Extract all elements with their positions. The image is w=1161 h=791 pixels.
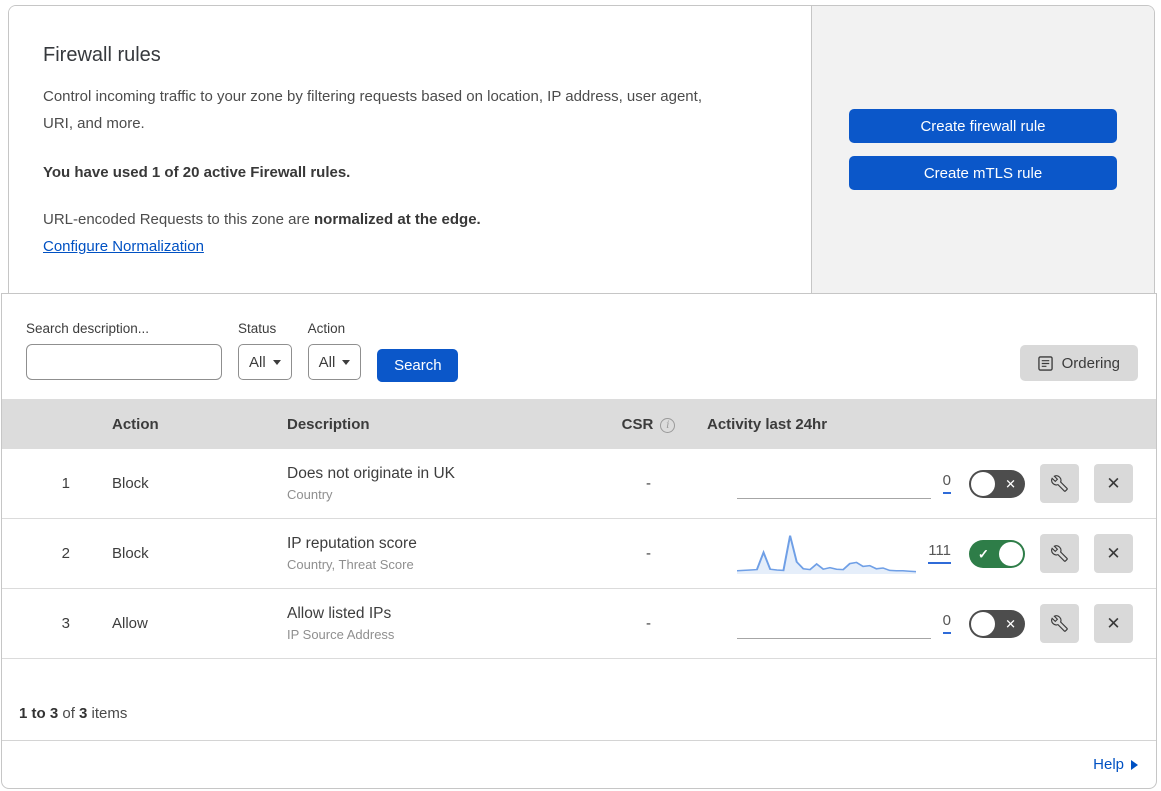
actions-panel: Create firewall rule Create mTLS rule — [812, 6, 1154, 293]
rule-csr: - — [646, 615, 651, 632]
close-icon: ✕ — [1106, 473, 1121, 493]
rule-priority: 3 — [61, 615, 70, 632]
action-label: Action — [307, 321, 346, 336]
filter-bar: Search description... Status All Action … — [2, 294, 1156, 399]
rule-csr: - — [646, 545, 651, 562]
rules-panel: Search description... Status All Action … — [1, 293, 1157, 789]
usage-note: You have used 1 of 20 active Firewall ru… — [43, 164, 351, 181]
column-action: Action — [112, 415, 159, 433]
activity-count-link[interactable]: 0 — [942, 473, 951, 494]
wrench-icon — [1051, 545, 1068, 562]
search-group: Search description... — [26, 321, 226, 380]
close-icon: ✕ — [1106, 613, 1121, 633]
status-dropdown[interactable]: All — [238, 344, 292, 380]
rule-description: Allow listed IPs IP Source Address — [267, 605, 606, 642]
toggle-knob — [971, 611, 995, 636]
toggle-knob — [999, 541, 1023, 566]
search-label: Search description... — [26, 321, 150, 336]
create-mtls-rule-button[interactable]: Create mTLS rule — [849, 156, 1117, 190]
edit-rule-button[interactable] — [1040, 534, 1079, 573]
edit-rule-button[interactable] — [1040, 464, 1079, 503]
info-icon[interactable]: i — [660, 417, 676, 433]
rule-csr: - — [646, 475, 651, 492]
wrench-icon — [1051, 475, 1068, 492]
ordering-button-label: Ordering — [1061, 354, 1120, 372]
search-text-field[interactable] — [45, 354, 226, 370]
close-icon: ✕ — [1106, 543, 1121, 563]
edit-rule-button[interactable] — [1040, 604, 1079, 643]
toggle-state-icon — [978, 547, 989, 560]
create-firewall-rule-button[interactable]: Create firewall rule — [849, 109, 1117, 143]
chevron-down-icon — [272, 359, 281, 365]
caret-right-icon — [1131, 759, 1138, 770]
wrench-icon — [1051, 615, 1068, 632]
table-row: 1 Block Does not originate in UK Country… — [2, 449, 1156, 519]
toggle-knob — [971, 471, 995, 496]
ordering-button[interactable]: Ordering — [1019, 345, 1138, 381]
search-input[interactable] — [26, 344, 226, 380]
table-header: Action Description CSR i Activity last 24… — [2, 399, 1156, 449]
table-row: 3 Allow Allow listed IPs IP Source Addre… — [2, 589, 1156, 659]
activity-sparkline — [737, 534, 917, 574]
help-footer: Help — [2, 740, 1156, 788]
rule-activity: 0 — [691, 602, 951, 646]
items-count: 1 to 3 of 3 items — [19, 705, 128, 722]
rule-fields: Country, Threat Score — [287, 557, 414, 572]
delete-rule-button[interactable]: ✕ — [1094, 464, 1133, 503]
action-group: Action All — [307, 321, 362, 380]
column-csr: CSR i — [606, 416, 691, 433]
rule-description-title: Allow listed IPs — [287, 605, 392, 622]
ordering-icon — [1037, 355, 1053, 371]
rule-fields: Country — [287, 487, 333, 502]
table-row: 2 Block IP reputation score Country, Thr… — [2, 519, 1156, 589]
hero-section: Firewall rules Control incoming traffic … — [8, 5, 1155, 293]
action-dropdown-value: All — [318, 353, 336, 371]
column-description: Description — [287, 415, 370, 433]
rule-activity: 0 — [691, 462, 951, 506]
activity-flatline — [737, 462, 931, 506]
rule-enabled-toggle[interactable] — [969, 609, 1025, 638]
normalization-note: URL-encoded Requests to this zone are no… — [43, 211, 481, 228]
rule-description: IP reputation score Country, Threat Scor… — [267, 535, 606, 572]
rule-priority: 1 — [61, 475, 70, 492]
search-button[interactable]: Search — [377, 349, 459, 382]
help-link[interactable]: Help — [1093, 756, 1138, 773]
intro-card: Firewall rules Control incoming traffic … — [9, 6, 812, 293]
toggle-state-icon — [1005, 477, 1016, 490]
action-dropdown[interactable]: All — [307, 344, 362, 380]
rule-enabled-toggle[interactable] — [969, 539, 1025, 568]
activity-count-link[interactable]: 0 — [942, 613, 951, 634]
toggle-state-icon — [1005, 617, 1016, 630]
page-title: Firewall rules — [43, 44, 161, 66]
rule-action: Block — [112, 475, 149, 492]
status-label: Status — [238, 321, 277, 336]
rule-action: Allow — [112, 615, 148, 632]
chevron-down-icon — [342, 359, 351, 365]
delete-rule-button[interactable]: ✕ — [1094, 534, 1133, 573]
status-dropdown-value: All — [249, 353, 266, 371]
rule-description-title: IP reputation score — [287, 535, 417, 552]
rule-activity: 111 — [691, 532, 951, 576]
rule-controls: ✕ — [951, 534, 1156, 573]
rule-controls: ✕ — [951, 464, 1156, 503]
rule-action: Block — [112, 545, 149, 562]
activity-count-link[interactable]: 111 — [928, 543, 951, 564]
rule-enabled-toggle[interactable] — [969, 469, 1025, 498]
rule-description-title: Does not originate in UK — [287, 465, 456, 482]
configure-normalization-link[interactable]: Configure Normalization — [43, 238, 204, 255]
page-description: Control incoming traffic to your zone by… — [43, 88, 702, 132]
rule-controls: ✕ — [951, 604, 1156, 643]
delete-rule-button[interactable]: ✕ — [1094, 604, 1133, 643]
table-spacer — [2, 659, 1156, 705]
status-group: Status All — [238, 321, 292, 380]
activity-flatline — [737, 602, 931, 646]
rule-fields: IP Source Address — [287, 627, 395, 642]
rule-description: Does not originate in UK Country — [267, 465, 606, 502]
column-activity: Activity last 24hr — [707, 415, 828, 433]
rule-priority: 2 — [61, 545, 70, 562]
